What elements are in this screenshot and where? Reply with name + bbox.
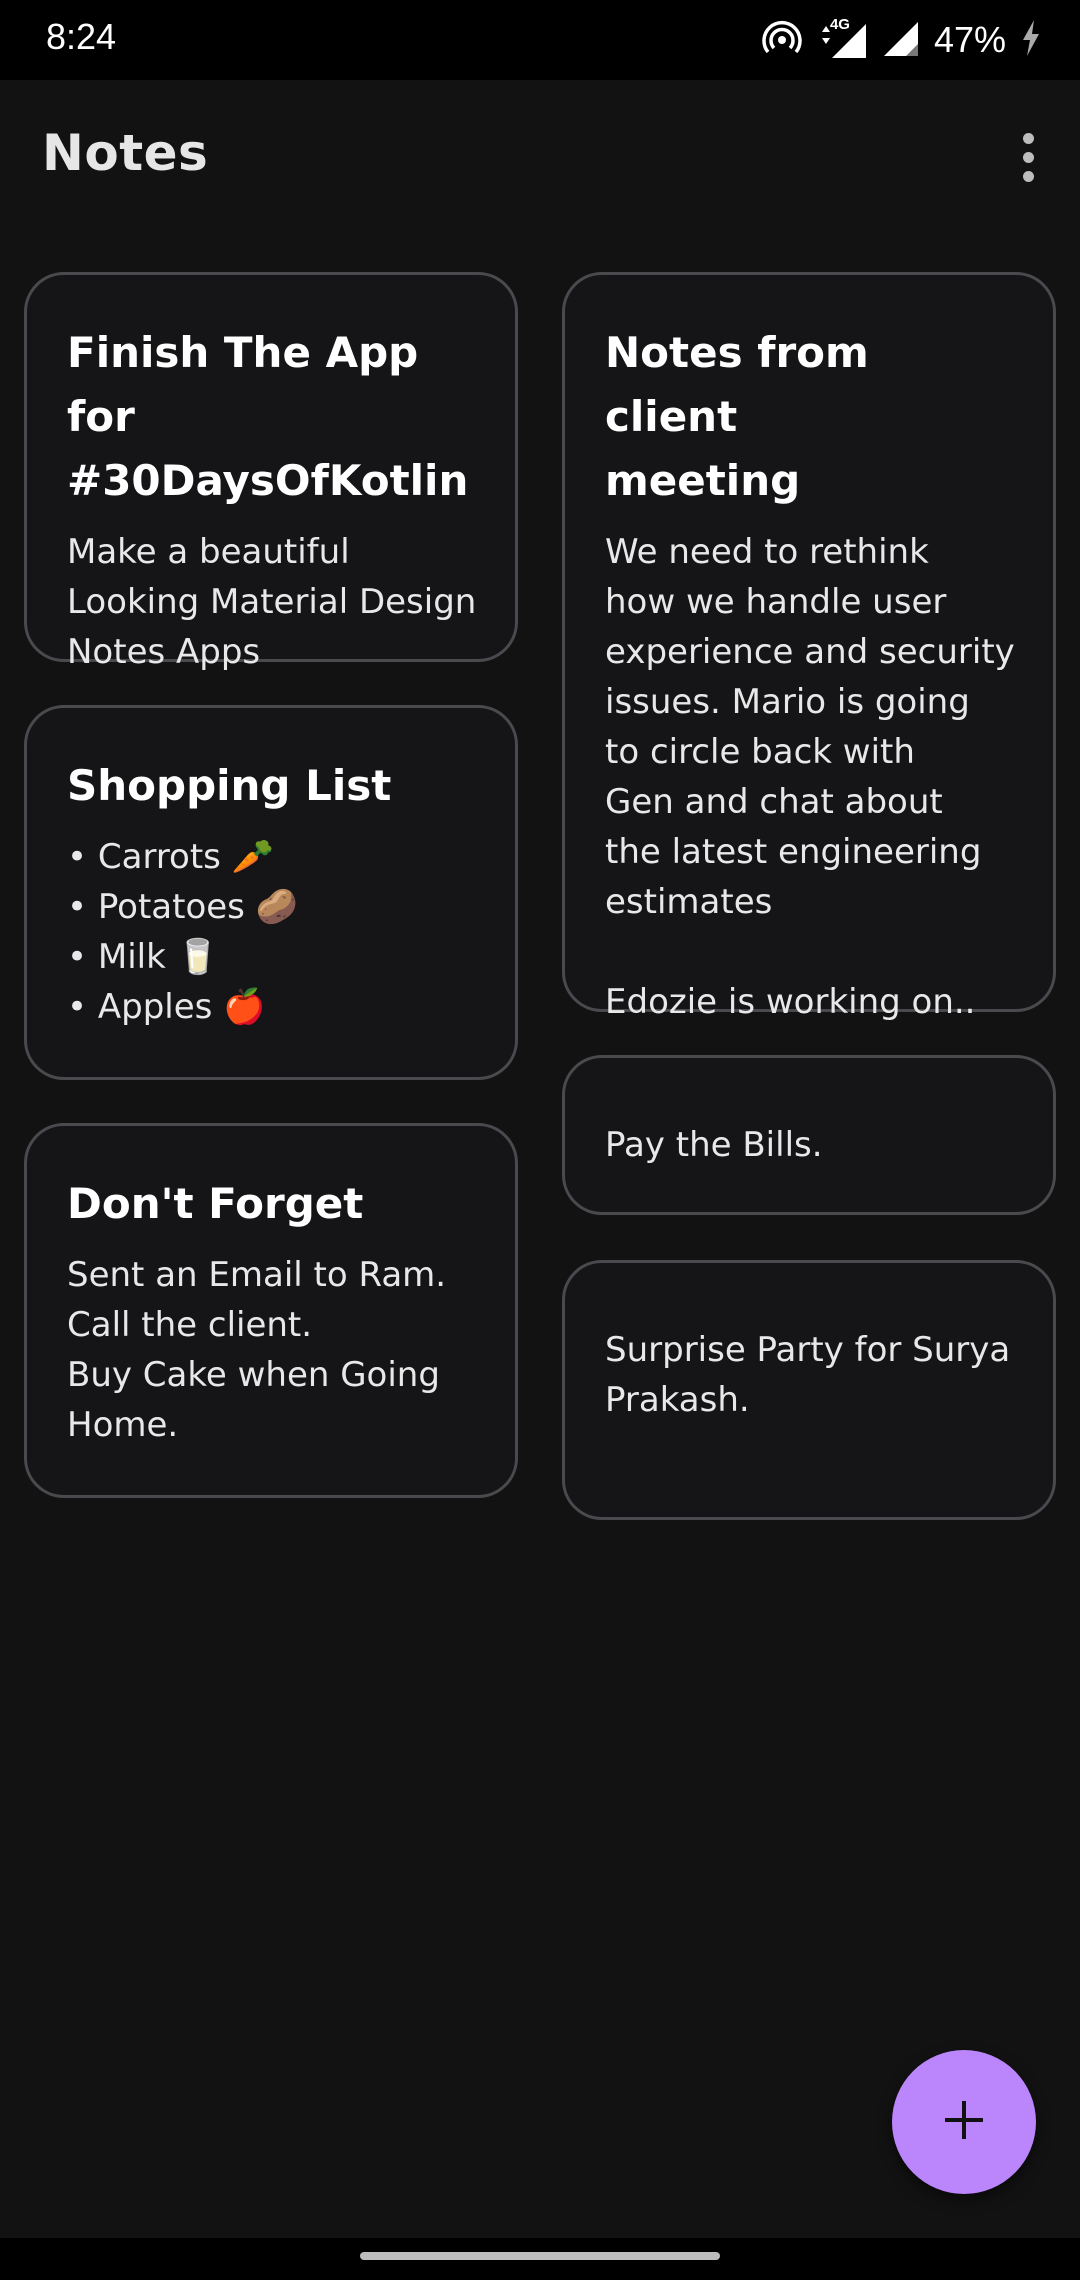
plus-icon <box>941 2097 987 2147</box>
note-card[interactable]: Notes from client meeting We need to ret… <box>562 272 1056 1022</box>
note-title: Don't Forget <box>67 1179 364 1228</box>
note-card[interactable]: Finish The App for #30DaysOfKotlin Make … <box>24 272 518 672</box>
app-title: Notes <box>42 124 209 182</box>
status-icons: 4G 47% <box>748 16 1042 62</box>
note-body: Surprise Party for Surya Prakash. <box>605 1330 1011 1420</box>
note-body: • Carrots 🥕 • Potatoes 🥔 • Milk 🥛 • Appl… <box>67 837 299 1027</box>
note-card[interactable]: Don't Forget Sent an Email to Ram. Call … <box>24 1123 518 1498</box>
status-time: 8:24 <box>46 16 117 57</box>
home-handle[interactable] <box>360 2252 720 2260</box>
charging-icon <box>1020 18 1042 62</box>
note-title: Notes from client meeting <box>605 328 869 505</box>
note-card[interactable]: Shopping List • Carrots 🥕 • Potatoes 🥔 •… <box>24 705 518 1080</box>
battery-percent: 47% <box>933 19 1006 60</box>
note-title: Finish The App for #30DaysOfKotlin <box>67 328 469 505</box>
more-vert-icon <box>1022 129 1034 186</box>
signal-icon <box>882 18 920 62</box>
more-options-button[interactable] <box>996 120 1060 194</box>
network-label: 4G <box>829 16 850 33</box>
note-card[interactable]: Surprise Party for Surya Prakash. <box>562 1260 1056 1520</box>
note-card[interactable]: Pay the Bills. <box>562 1055 1056 1215</box>
app-bar: Notes <box>0 80 1080 230</box>
note-body: Make a beautiful Looking Material Design… <box>67 532 477 672</box>
note-body: Pay the Bills. <box>605 1125 823 1165</box>
note-body: We need to rethink how we handle user ex… <box>605 532 1015 1022</box>
note-title: Shopping List <box>67 761 392 810</box>
hotspot-icon <box>762 18 802 62</box>
signal-4g-icon: 4G <box>816 16 868 60</box>
add-note-button[interactable] <box>892 2050 1036 2194</box>
note-body: Sent an Email to Ram. Call the client. B… <box>67 1255 447 1445</box>
status-bar: 8:24 4G 47% <box>0 0 1080 80</box>
gesture-nav-bar <box>0 2238 1080 2280</box>
